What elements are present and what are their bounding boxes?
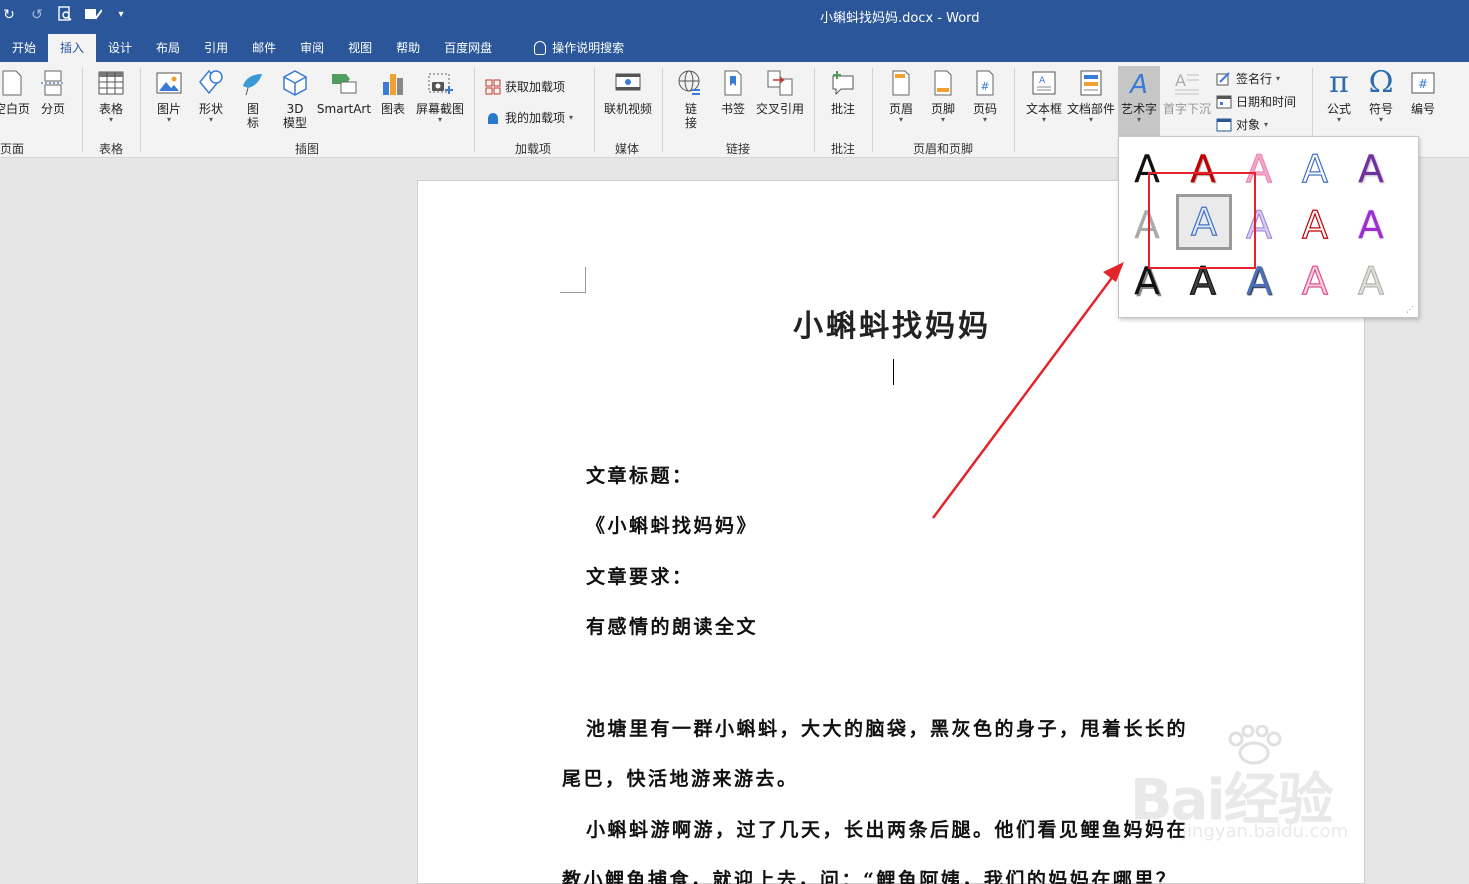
baidu-watermark: Bai经验 jingyan.baidu.com	[1120, 725, 1400, 855]
